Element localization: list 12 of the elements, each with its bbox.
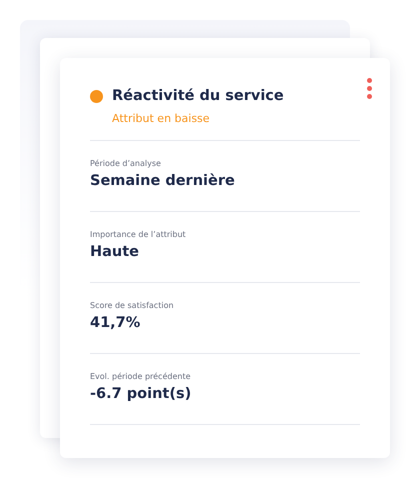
card-title: Réactivité du service (112, 88, 284, 104)
field-value: -6.7 point(s) (90, 386, 192, 402)
field-label: Evol. période précédente (90, 372, 192, 381)
field-value: Semaine dernière (90, 173, 236, 189)
field-value: 41,7% (90, 315, 142, 331)
field-label: Importance de l’attribut (90, 230, 187, 239)
card-subtitle: Attribut en baisse (112, 112, 211, 125)
more-options-icon[interactable] (367, 78, 372, 99)
status-dot (90, 90, 103, 102)
field-label: Score de satisfaction (90, 301, 175, 310)
field-value: Haute (90, 244, 140, 260)
field-label: Période d’analyse (90, 159, 162, 168)
